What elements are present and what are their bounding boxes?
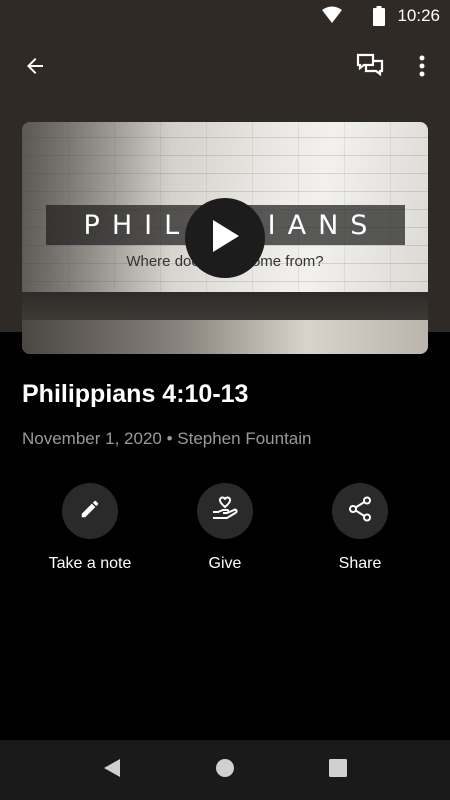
play-button[interactable]	[185, 198, 265, 278]
share-label: Share	[338, 555, 382, 572]
back-button[interactable]	[15, 48, 55, 88]
chat-bubbles-icon	[356, 53, 384, 84]
play-icon	[210, 219, 240, 258]
recents-square-icon	[329, 758, 347, 782]
give-button[interactable]: Give	[165, 483, 285, 573]
sermon-title: Philippians 4:10-13	[22, 380, 249, 408]
system-nav-bar	[0, 740, 450, 800]
status-bar: 10:26	[0, 0, 450, 32]
arrow-left-icon	[23, 54, 47, 83]
nav-recents-button[interactable]	[326, 758, 350, 782]
nav-home-button[interactable]	[213, 758, 237, 782]
home-circle-icon	[215, 758, 235, 783]
more-vertical-icon	[419, 55, 425, 82]
take-note-button[interactable]: Take a note	[30, 483, 150, 573]
take-note-label: Take a note	[48, 555, 132, 572]
share-icon	[348, 496, 372, 527]
sermon-meta: November 1, 2020 • Stephen Fountain	[22, 429, 312, 448]
status-time: 10:26	[397, 6, 440, 25]
app-bar	[0, 38, 450, 94]
give-label: Give	[208, 555, 242, 572]
more-options-button[interactable]	[402, 48, 442, 88]
heart-hand-icon	[211, 495, 239, 527]
share-button[interactable]: Share	[300, 483, 420, 573]
battery-icon	[373, 6, 385, 31]
sermon-video-card[interactable]: PHILIPPIANS Where does JOY come from?	[22, 122, 428, 354]
nav-back-button[interactable]	[100, 758, 124, 782]
pencil-icon	[79, 498, 101, 525]
chat-button[interactable]	[350, 48, 390, 88]
wifi-icon	[322, 6, 342, 29]
back-triangle-icon	[103, 758, 121, 783]
